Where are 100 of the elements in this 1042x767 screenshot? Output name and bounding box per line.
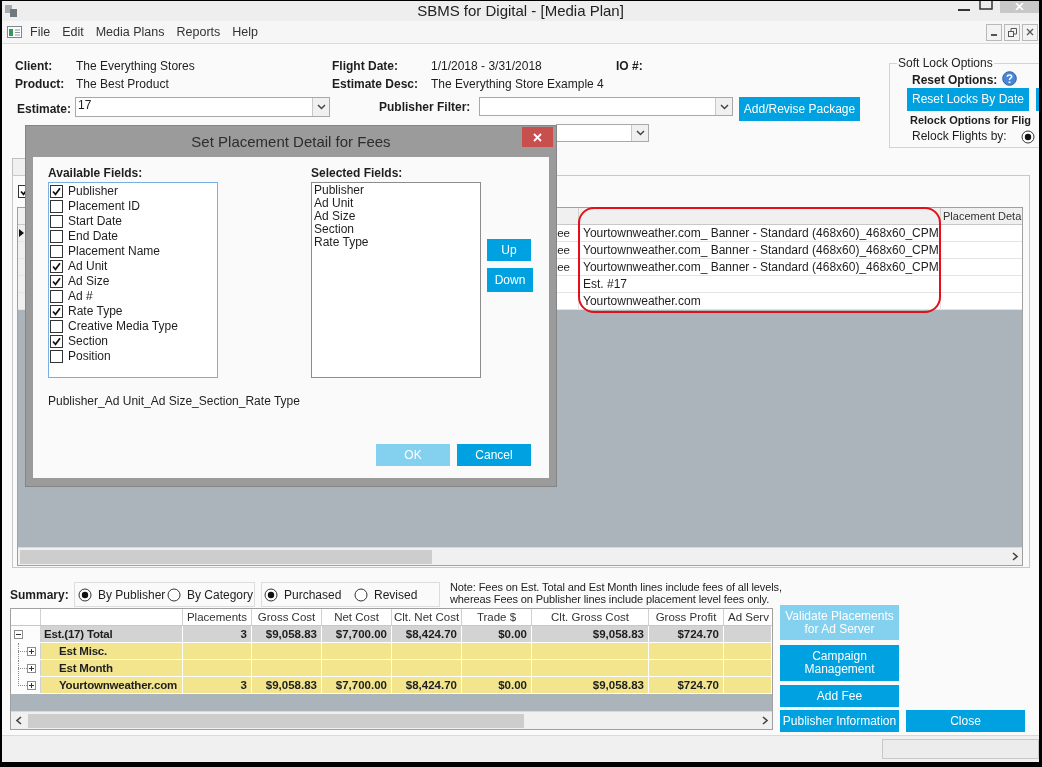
list-item[interactable]: Rate Type (314, 236, 369, 249)
radio-selected-icon[interactable] (78, 587, 92, 602)
window-title: SBMS for Digital - [Media Plan] (417, 1, 624, 21)
checkbox[interactable] (50, 335, 63, 348)
checkbox[interactable] (50, 350, 63, 363)
menu-item[interactable]: File (24, 23, 57, 41)
radio-unselected-icon[interactable] (167, 587, 181, 602)
dropdown-field[interactable] (479, 97, 733, 116)
collapse-icon[interactable] (14, 629, 23, 639)
field-option-label: Publisher (68, 184, 119, 199)
scroll-thumb[interactable] (20, 549, 432, 564)
field-label: Publisher Filter: (379, 99, 471, 116)
field-label: Flight Date: (332, 58, 398, 75)
close-button[interactable] (1022, 23, 1038, 41)
column-header: Placements (186, 610, 248, 625)
field-option-label: Ad # (68, 289, 93, 304)
section-label: Summary: (10, 587, 69, 604)
radio-unselected-icon[interactable] (354, 587, 368, 602)
checkbox[interactable] (50, 290, 63, 303)
radio-option[interactable]: Revised (354, 586, 418, 603)
radio-selected-icon[interactable] (264, 587, 278, 602)
cell-value: 3 (240, 627, 247, 642)
radio-option[interactable]: By Category (167, 586, 254, 603)
list-item[interactable]: Section (314, 223, 355, 236)
column-header: Clt. Net Cost (393, 610, 460, 625)
row-label: Est.(17) Total (44, 627, 113, 642)
menu-item[interactable]: Media Plans (89, 23, 171, 41)
cell-value: $9,058.83 (265, 678, 317, 693)
field-option-label: Creative Media Type (68, 319, 178, 334)
column-header: Ad Serv (728, 610, 769, 625)
field-option-label: Position (68, 349, 111, 364)
field-value: The Best Product (76, 76, 169, 93)
app-icon (5, 5, 17, 17)
radio-option[interactable]: By Publisher (78, 586, 166, 603)
preview-text: Publisher_Ad Unit_Ad Size_Section_Rate Type (48, 393, 300, 409)
expand-icon[interactable] (27, 680, 36, 690)
group-title: Soft Lock Options (897, 56, 994, 70)
cell-value: $7,700.00 (335, 627, 387, 642)
close-icon (533, 132, 542, 142)
list-item[interactable]: Publisher (314, 184, 365, 197)
checkbox[interactable] (50, 260, 63, 273)
close-button[interactable] (522, 127, 553, 147)
cell-text: Yourtownweather.com_ Banner - Standard (468x60)_468x60_CPM (583, 225, 939, 241)
checkmark-icon (51, 276, 62, 287)
cell-value: $7,700.00 (335, 678, 387, 693)
help-icon[interactable] (1002, 71, 1018, 86)
chevron-right-icon[interactable] (762, 716, 768, 725)
checkbox[interactable] (50, 245, 63, 258)
cell-value: $8,424.70 (405, 627, 457, 642)
checkbox[interactable] (50, 320, 63, 333)
cell-value: $0.00 (498, 678, 527, 693)
field-value: The Everything Store Example 4 (431, 76, 604, 93)
cell-value: $724.70 (677, 678, 719, 693)
checkbox[interactable] (50, 215, 63, 228)
column-header: Gross Cost (257, 610, 316, 625)
minimize-button[interactable] (986, 23, 1002, 41)
list-item[interactable]: Ad Unit (314, 197, 354, 210)
radio-selected-icon[interactable] (1021, 129, 1035, 144)
checkbox[interactable] (50, 275, 63, 288)
cell-value: $0.00 (498, 627, 527, 642)
maximize-icon[interactable] (979, 1, 993, 10)
expand-icon[interactable] (27, 663, 36, 673)
restore-icon (1007, 27, 1017, 37)
menu-item[interactable]: Reports (170, 23, 227, 41)
list-label: Available Fields: (48, 165, 143, 182)
field-option-label: Start Date (68, 214, 123, 229)
close-icon (1026, 28, 1034, 36)
checkmark-icon (51, 261, 62, 272)
dropdown-field[interactable]: 17 (75, 97, 330, 117)
column-header: Net Cost (334, 610, 379, 625)
cell-text: Yourtownweather.com_ Banner - Standard (468x60)_468x60_CPM (583, 242, 939, 258)
field-label: Client: (15, 58, 53, 75)
chevron-left-icon[interactable] (16, 716, 22, 725)
field-option-label: Ad Unit (68, 259, 108, 274)
checkbox[interactable] (50, 200, 63, 213)
chevron-right-icon[interactable] (1012, 552, 1018, 561)
chevron-down-icon (719, 103, 729, 110)
dropdown-field[interactable] (556, 124, 649, 142)
cell-value: $8,424.70 (405, 678, 457, 693)
checkbox[interactable] (50, 305, 63, 318)
field-label: Product: (15, 76, 65, 93)
field-value: 1/1/2018 - 3/31/2018 (431, 58, 542, 75)
cell-text: Yourtownweather.com (583, 293, 701, 309)
checkmark-icon (51, 336, 62, 347)
expand-icon[interactable] (27, 646, 36, 656)
column-header: Trade $ (476, 610, 517, 625)
cell-text: ee (557, 260, 570, 275)
menu-item[interactable]: Edit (56, 23, 90, 41)
checkmark-icon (51, 186, 62, 197)
checkbox[interactable] (50, 230, 63, 243)
menu-item[interactable]: Help (226, 23, 264, 41)
checkbox[interactable] (50, 185, 63, 198)
field-option-label: End Date (68, 229, 119, 244)
minimize-icon (991, 33, 997, 36)
section-label: Relock Options for Flig (910, 113, 1032, 128)
restore-button[interactable] (1004, 23, 1020, 41)
cell-value: $9,058.83 (592, 627, 644, 642)
scroll-thumb[interactable] (28, 713, 524, 728)
list-item[interactable]: Ad Size (314, 210, 356, 223)
radio-option[interactable]: Purchased (264, 586, 342, 603)
